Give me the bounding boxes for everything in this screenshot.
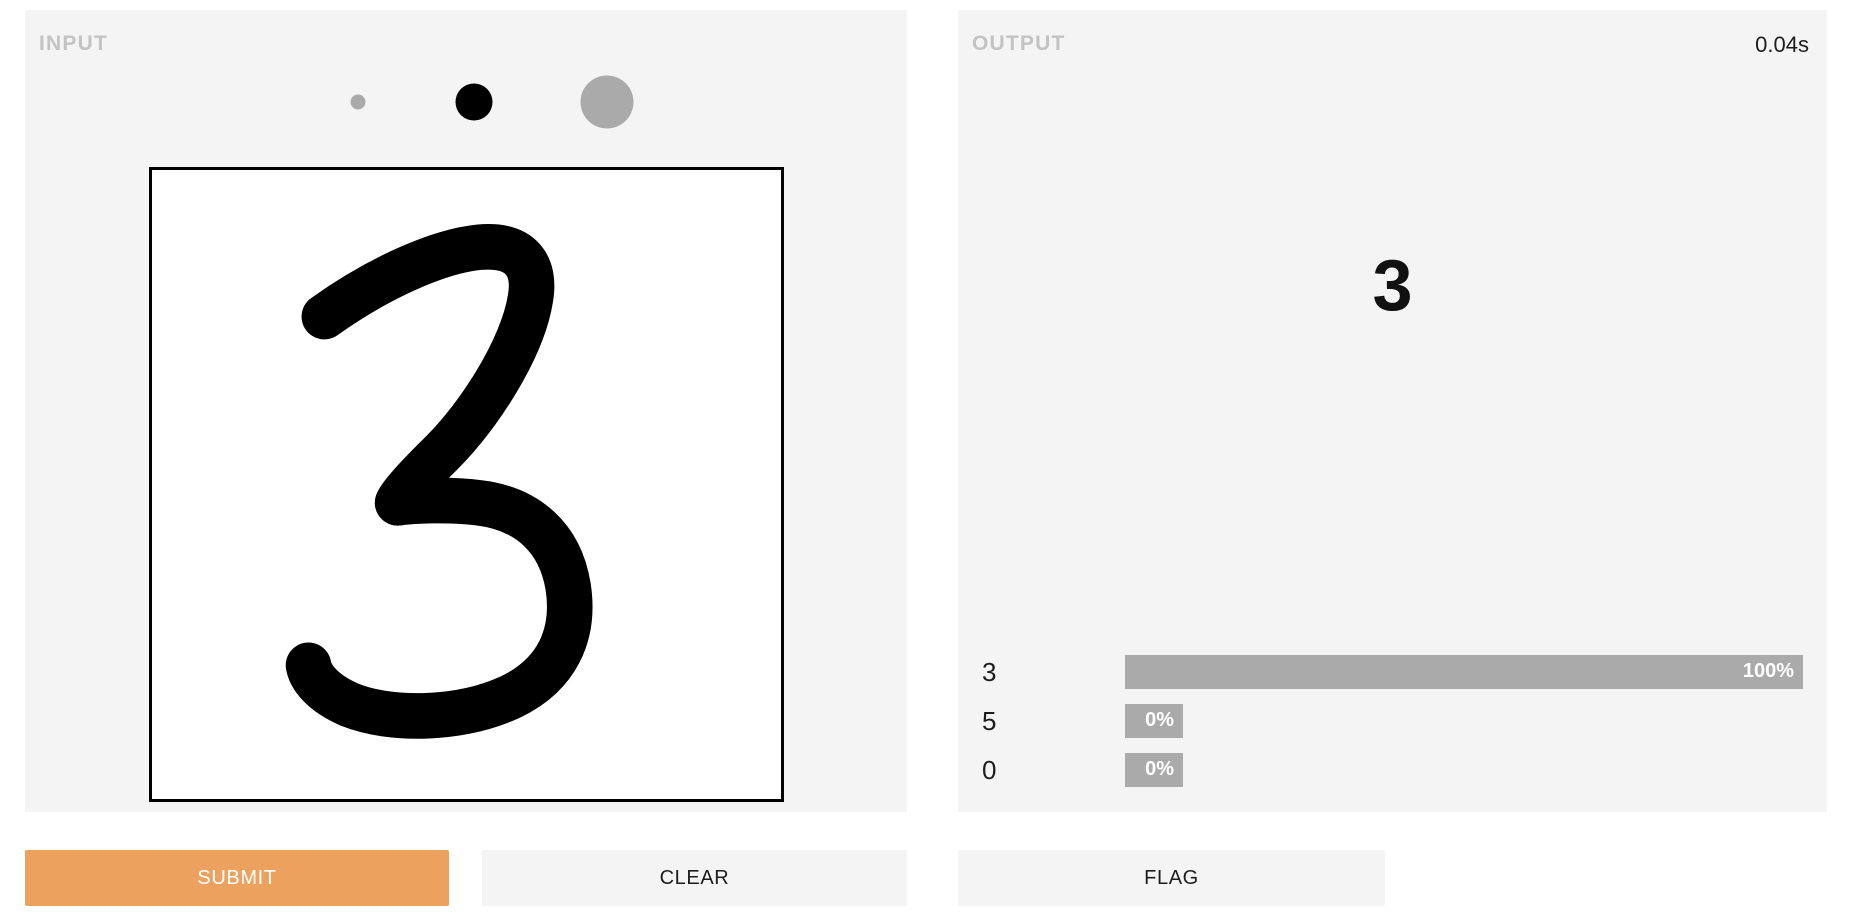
- brush-size-small[interactable]: [350, 94, 366, 110]
- confidence-row-bar: 0%: [1125, 752, 1183, 787]
- confidence-row-percent: 0%: [1145, 758, 1174, 780]
- confidence-row: 3 100%: [982, 647, 1803, 696]
- confidence-row-track: 0%: [1125, 752, 1803, 787]
- confidence-row-percent: 100%: [1742, 660, 1794, 682]
- inference-duration: 0.04s: [1755, 32, 1809, 57]
- output-panel-label: OUTPUT: [972, 32, 1066, 55]
- predicted-digit: 3: [1372, 246, 1413, 326]
- confidence-list: 3 100% 5 0% 0 0%: [982, 647, 1803, 794]
- confidence-row-bar: 0%: [1125, 703, 1183, 738]
- confidence-row-label: 0: [982, 754, 997, 785]
- confidence-row: 5 0%: [982, 696, 1803, 745]
- flag-button[interactable]: FLAG: [958, 850, 1385, 906]
- confidence-row-label: 3: [982, 656, 997, 687]
- drawing-canvas[interactable]: [149, 167, 784, 802]
- confidence-row-track: 0%: [1125, 703, 1803, 738]
- clear-button[interactable]: CLEAR: [482, 850, 907, 906]
- app-root: INPUT OUTPUT 0.04s 3 3 100% 5 0% 0 0% SU…: [0, 0, 1849, 919]
- input-panel: INPUT: [25, 10, 907, 812]
- confidence-row-label: 5: [982, 705, 997, 736]
- brush-size-large[interactable]: [580, 75, 634, 129]
- input-panel-label: INPUT: [39, 32, 108, 55]
- drawn-digit-strokes: [285, 224, 593, 739]
- confidence-row-percent: 0%: [1145, 709, 1174, 731]
- confidence-row: 0 0%: [982, 745, 1803, 794]
- brush-size-medium[interactable]: [455, 83, 493, 121]
- submit-button[interactable]: SUBMIT: [25, 850, 449, 906]
- confidence-row-bar: 100%: [1125, 654, 1803, 689]
- brush-size-picker: [25, 72, 907, 132]
- confidence-row-track: 100%: [1125, 654, 1803, 689]
- output-panel: OUTPUT 0.04s 3 3 100% 5 0% 0 0%: [958, 10, 1827, 812]
